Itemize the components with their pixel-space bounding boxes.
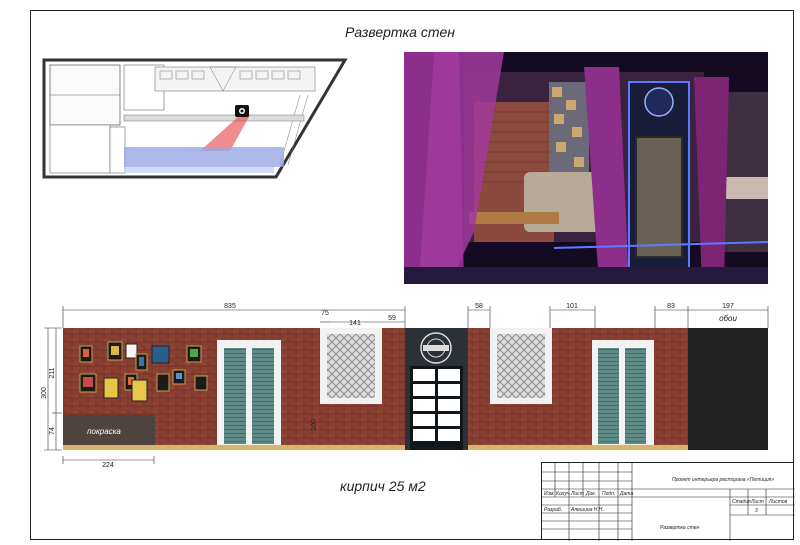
header-list: Лист xyxy=(571,491,584,497)
dim-74: 74 xyxy=(49,427,56,435)
dim-83: 83 xyxy=(667,303,675,310)
stage-label: Стадия xyxy=(732,499,751,505)
dim-75: 75 xyxy=(321,310,329,317)
header-data: Дата xyxy=(620,491,634,497)
dim-197: 197 xyxy=(722,303,734,310)
sheet-title: Развертка стен xyxy=(660,525,700,531)
title-block: Проект интерьера ресторана «Петиция» Изм… xyxy=(541,462,795,541)
glazed-door xyxy=(405,328,468,450)
sheet-number: 3 xyxy=(755,508,758,514)
dim-58: 58 xyxy=(475,303,483,310)
project-name: Проект интерьера ресторана «Петиция» xyxy=(672,477,775,483)
developer-role: Разраб. xyxy=(544,507,563,513)
area-caption: кирпич 25 м2 xyxy=(340,478,426,494)
lattice-window-right xyxy=(490,328,552,404)
header-podp: Подп. xyxy=(602,491,616,497)
dim-101: 101 xyxy=(566,303,578,310)
paint-label: покраска xyxy=(87,427,121,436)
wallpaper-panel xyxy=(688,328,768,450)
dim-224: 224 xyxy=(102,462,114,468)
dim-300: 300 xyxy=(41,387,48,399)
page-title: Развертка стен xyxy=(345,24,455,40)
wall-elevation: 835 75 141 59 58 101 83 197 300 211 74 2… xyxy=(41,303,769,468)
dim-835: 835 xyxy=(224,303,236,310)
lattice-window-left xyxy=(320,328,382,404)
shutter-window-right xyxy=(592,340,654,446)
floor-strip-right xyxy=(468,445,688,450)
sheet-label: Лист xyxy=(751,499,764,505)
dim-100: 100 xyxy=(311,419,318,431)
header-dok: Док. xyxy=(586,491,597,497)
sheets-label: Листов xyxy=(769,499,788,505)
shutter-window-left xyxy=(217,340,281,446)
dim-59: 59 xyxy=(388,315,396,322)
dim-211: 211 xyxy=(49,367,56,378)
floor-plan xyxy=(42,58,348,179)
wallpaper-label: обои xyxy=(719,314,737,323)
dim-141: 141 xyxy=(349,320,361,327)
floor-strip-left xyxy=(63,445,405,450)
header-koluch: Колуч. xyxy=(556,491,571,497)
header-izm: Изм. xyxy=(544,491,555,497)
interior-render xyxy=(404,52,768,284)
developer-name: Алешина Н.Н. xyxy=(571,507,604,513)
